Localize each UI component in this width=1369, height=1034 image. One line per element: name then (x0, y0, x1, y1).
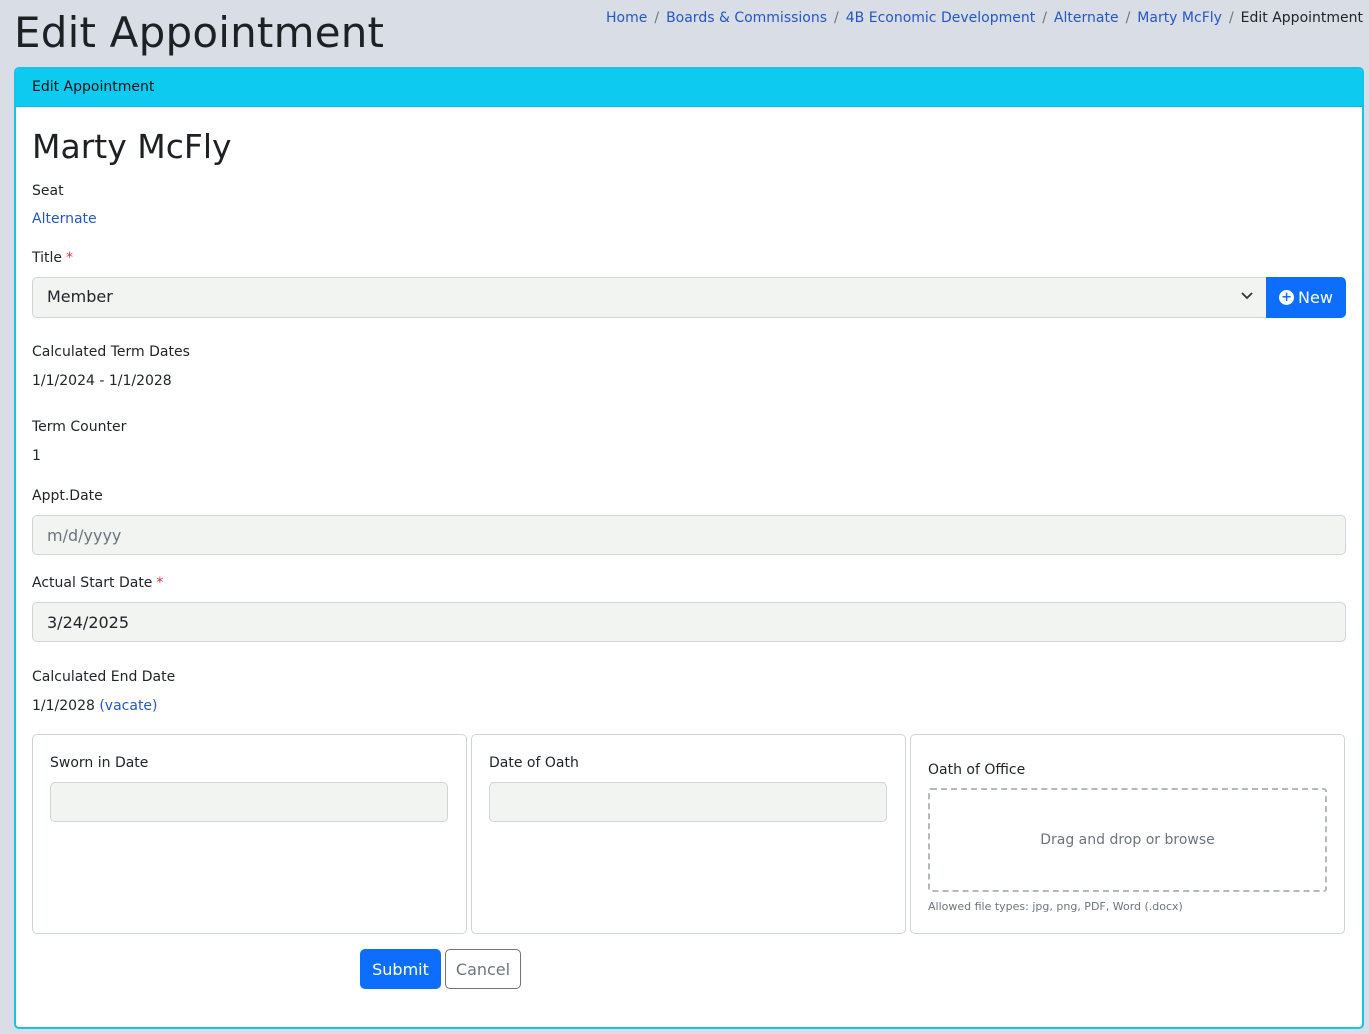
calculated-term-label: Calculated Term Dates (32, 344, 190, 360)
actual-start-label-text: Actual Start Date (32, 575, 153, 591)
file-dropzone[interactable]: Drag and drop or browse (928, 788, 1327, 892)
sworn-in-panel: Sworn in Date (32, 734, 467, 934)
seat-label: Seat (32, 183, 64, 199)
breadcrumb-board[interactable]: 4B Economic Development (846, 10, 1035, 26)
plus-circle-icon: + (1279, 290, 1295, 305)
submit-button[interactable]: Submit (360, 949, 441, 989)
term-counter-label: Term Counter (32, 419, 127, 435)
title-select[interactable]: Member (32, 277, 1266, 318)
required-mark: * (66, 250, 74, 266)
breadcrumb-current: Edit Appointment (1240, 10, 1363, 26)
date-of-oath-label: Date of Oath (489, 755, 579, 771)
breadcrumb-separator: / (1228, 10, 1234, 26)
title-select-group: Member + New (32, 277, 1346, 318)
file-types-hint: Allowed file types: jpg, png, PDF, Word … (928, 900, 1183, 913)
sworn-in-input[interactable] (50, 782, 448, 822)
date-of-oath-panel: Date of Oath (471, 734, 906, 934)
sworn-in-label: Sworn in Date (50, 755, 149, 771)
seat-link[interactable]: Alternate (32, 211, 97, 227)
calculated-end-date: 1/1/2028 (32, 698, 95, 714)
calculated-term-value: 1/1/2024 - 1/1/2028 (32, 373, 172, 389)
oath-of-office-panel: Oath of Office Drag and drop or browse A… (910, 734, 1345, 934)
breadcrumb: Home / Boards & Commissions / 4B Economic De… (606, 10, 1363, 26)
chevron-down-icon (1240, 287, 1254, 306)
oath-of-office-label: Oath of Office (928, 762, 1026, 778)
vacate-link[interactable]: (vacate) (99, 698, 157, 714)
breadcrumb-separator: / (1125, 10, 1131, 26)
breadcrumb-person[interactable]: Marty McFly (1137, 10, 1222, 26)
breadcrumb-home[interactable]: Home (606, 10, 647, 26)
breadcrumb-separator: / (1042, 10, 1047, 26)
title-select-value: Member (47, 287, 113, 306)
page-title: Edit Appointment (14, 8, 385, 57)
title-label: Title * (32, 250, 73, 266)
card-header: Edit Appointment (16, 69, 1362, 107)
breadcrumb-boards-commissions[interactable]: Boards & Commissions (666, 10, 827, 26)
title-label-text: Title (32, 250, 63, 266)
breadcrumb-separator: / (654, 10, 660, 26)
calculated-end-value: 1/1/2028 (vacate) (32, 698, 158, 714)
date-of-oath-input[interactable] (489, 782, 887, 822)
required-mark: * (156, 575, 164, 591)
dropzone-text: Drag and drop or browse (1040, 832, 1215, 848)
cancel-button[interactable]: Cancel (445, 949, 521, 989)
calculated-end-label: Calculated End Date (32, 669, 176, 685)
appt-date-input[interactable] (32, 515, 1346, 555)
person-name: Marty McFly (32, 127, 232, 166)
new-button-label: New (1298, 288, 1333, 307)
new-title-button[interactable]: + New (1266, 277, 1346, 318)
term-counter-value: 1 (32, 448, 41, 464)
appt-date-label: Appt.Date (32, 488, 103, 504)
actual-start-input[interactable] (32, 602, 1346, 642)
seat-value: Alternate (32, 211, 97, 227)
actual-start-label: Actual Start Date * (32, 575, 163, 591)
breadcrumb-seat[interactable]: Alternate (1054, 10, 1119, 26)
edit-appointment-card: Edit Appointment Marty McFly Seat Altern… (14, 67, 1364, 1029)
breadcrumb-separator: / (834, 10, 839, 26)
